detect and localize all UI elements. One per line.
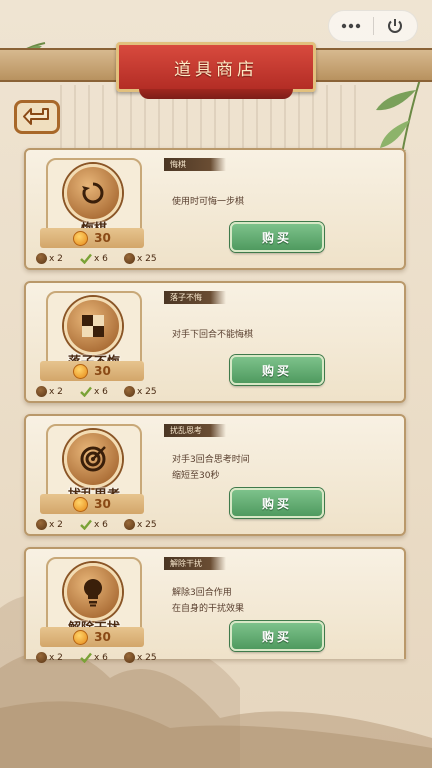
count-b: x 6 — [94, 652, 108, 663]
count-a: x 2 — [49, 386, 63, 397]
item-price: 30 — [94, 364, 111, 378]
item-tag: 落子不悔 — [164, 291, 226, 304]
undo-icon — [64, 164, 122, 222]
buy-button[interactable]: 购买 — [230, 621, 324, 651]
buy-button[interactable]: 购买 — [230, 222, 324, 252]
piece-icon — [36, 386, 47, 397]
price-bar: 30 — [40, 228, 144, 248]
item-description: 对手下回合不能悔棋 — [172, 327, 322, 343]
buy-button[interactable]: 购买 — [230, 488, 324, 518]
count-b: x 6 — [94, 253, 108, 264]
item-price: 30 — [94, 630, 111, 644]
owned-counts: x 2 x 6 x 25 — [36, 386, 166, 400]
item-description: 解除3回合作用 在自身的干扰效果 — [172, 585, 322, 617]
coin-icon — [73, 230, 89, 246]
piece-icon — [36, 519, 47, 530]
item-price: 30 — [94, 231, 111, 245]
mini-program-capsule — [328, 10, 418, 42]
item-card-no-undo: 落子不悔 30 x 2 x 6 x 25 落子不悔 对手下回合不能悔棋 购买 — [24, 281, 406, 403]
item-tag: 解除干扰 — [164, 557, 226, 570]
count-c: x 25 — [137, 386, 157, 397]
back-button[interactable] — [14, 100, 60, 134]
desc-line: 缩短至30秒 — [172, 471, 220, 481]
piece-icon — [36, 253, 47, 264]
item-tag: 扰乱思考 — [164, 424, 226, 437]
owned-counts: x 2 x 6 x 25 — [36, 519, 166, 533]
coin-icon — [73, 629, 89, 645]
desc-line: 对手3回合思考时间 — [172, 455, 250, 465]
item-card-undo: 悔棋 30 x 2 x 6 x 25 悔棋 使用时可悔一步棋 购买 — [24, 148, 406, 270]
no-undo-icon — [64, 297, 122, 355]
power-icon[interactable] — [374, 11, 418, 41]
item-card-clear: 解除干扰 30 x 2 x 6 x 25 解除干扰 解除3回合作用 在自身的干扰… — [24, 547, 406, 663]
desc-line: 使用时可悔一步棋 — [172, 197, 245, 207]
item-tag: 悔棋 — [164, 158, 226, 171]
lightbulb-icon — [64, 563, 122, 621]
price-bar: 30 — [40, 494, 144, 514]
item-description: 使用时可悔一步棋 — [172, 194, 322, 210]
count-c: x 25 — [137, 253, 157, 264]
target-icon — [64, 430, 122, 488]
coin-icon — [73, 363, 89, 379]
count-c: x 25 — [137, 652, 157, 663]
title-plaque: 道具商店 — [116, 42, 316, 99]
count-b: x 6 — [94, 519, 108, 530]
owned-counts: x 2 x 6 x 25 — [36, 253, 166, 267]
desc-line: 在自身的干扰效果 — [172, 604, 245, 614]
item-price: 30 — [94, 497, 111, 511]
piece-icon — [124, 519, 135, 530]
price-bar: 30 — [40, 627, 144, 647]
piece-icon — [124, 253, 135, 264]
count-b: x 6 — [94, 386, 108, 397]
check-icon — [80, 253, 92, 264]
count-c: x 25 — [137, 519, 157, 530]
item-card-disrupt: 扰乱思考 30 x 2 x 6 x 25 扰乱思考 对手3回合思考时间 缩短至3… — [24, 414, 406, 536]
desc-line: 对手下回合不能悔棋 — [172, 330, 254, 340]
item-description: 对手3回合思考时间 缩短至30秒 — [172, 452, 322, 484]
coin-icon — [73, 496, 89, 512]
check-icon — [80, 386, 92, 397]
buy-button[interactable]: 购买 — [230, 355, 324, 385]
piece-icon — [124, 386, 135, 397]
price-bar: 30 — [40, 361, 144, 381]
desc-line: 解除3回合作用 — [172, 588, 232, 598]
more-dots-icon[interactable] — [329, 11, 373, 41]
count-a: x 2 — [49, 652, 63, 663]
page-title: 道具商店 — [174, 59, 258, 80]
check-icon — [80, 519, 92, 530]
piece-icon — [36, 652, 47, 663]
check-icon — [80, 652, 92, 663]
count-a: x 2 — [49, 253, 63, 264]
count-a: x 2 — [49, 519, 63, 530]
back-arrow-icon — [23, 108, 49, 125]
piece-icon — [124, 652, 135, 663]
owned-counts: x 2 x 6 x 25 — [36, 652, 166, 666]
